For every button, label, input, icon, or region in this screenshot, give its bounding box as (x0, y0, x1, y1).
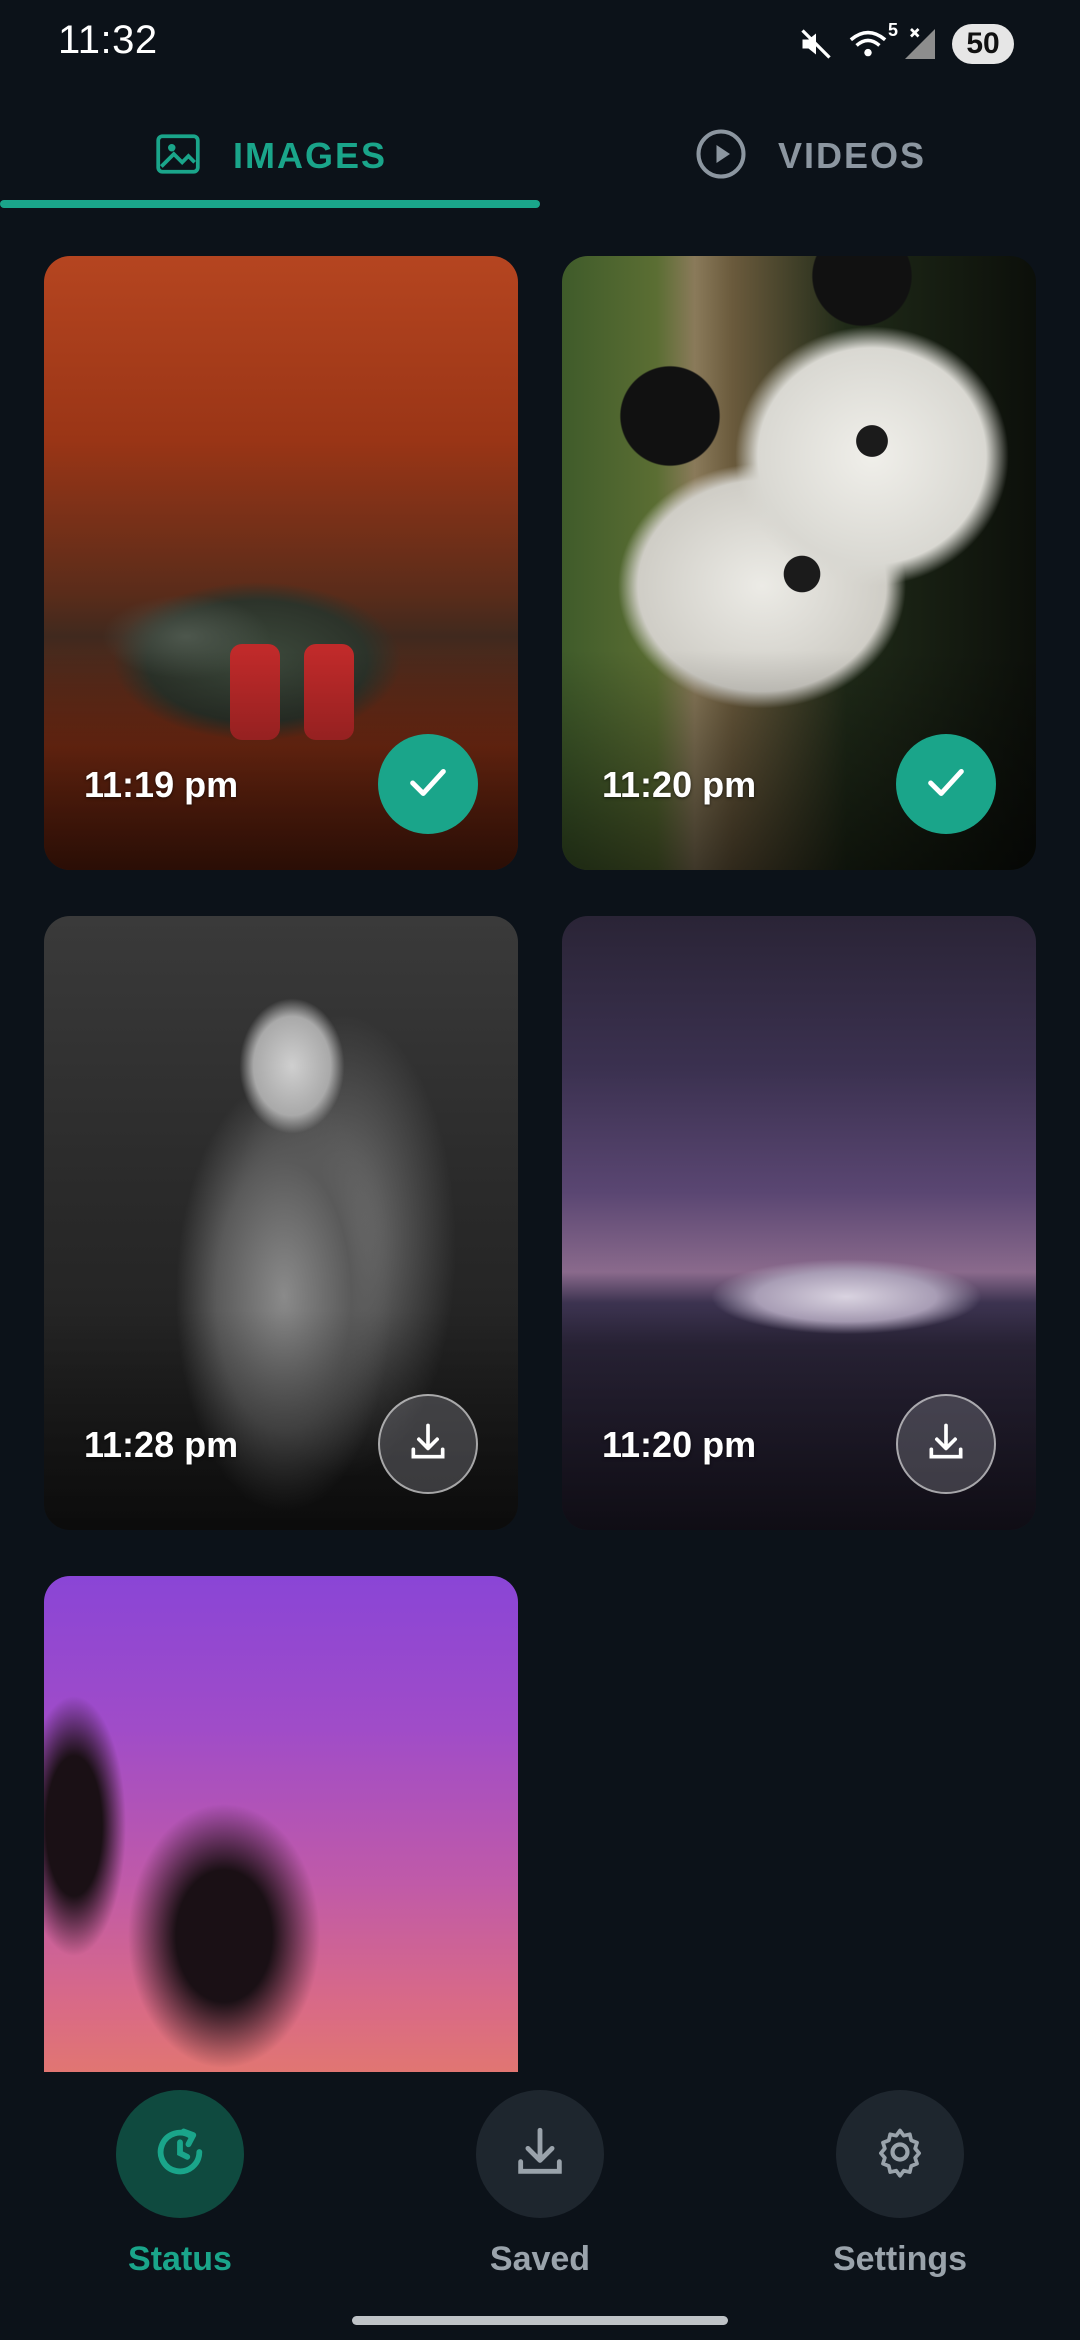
play-icon (694, 127, 748, 186)
check-icon (405, 759, 451, 810)
status-grid[interactable]: 11:19 pm 11:20 pm 11:28 pm 11:20 pm (0, 250, 1080, 2072)
nav-status-button[interactable] (116, 2090, 244, 2218)
tab-images[interactable]: IMAGES (0, 100, 540, 212)
wifi-generation-badge: 5 (887, 20, 898, 40)
status-time: 11:28 pm (84, 1424, 239, 1465)
tab-videos-label: VIDEOS (777, 135, 927, 176)
status-refresh-icon (151, 2123, 209, 2186)
signal-icon (902, 26, 938, 62)
tab-videos[interactable]: VIDEOS (540, 100, 1080, 212)
selected-tab-indicator (0, 200, 540, 208)
clock: 11:32 (58, 18, 158, 62)
home-indicator[interactable] (352, 2316, 728, 2325)
gear-icon (872, 2124, 928, 2185)
nav-saved-button[interactable] (476, 2090, 604, 2218)
media-tabs: IMAGES VIDEOS (0, 100, 1080, 212)
battery-icon: 50 (952, 24, 1014, 64)
nav-settings[interactable]: Settings (780, 2090, 1020, 2310)
download-icon (511, 2123, 569, 2186)
wifi-icon: 5 (848, 20, 898, 62)
status-icons: 5 50 (798, 20, 1014, 68)
download-icon (924, 1420, 968, 1469)
nav-status-label: Status (128, 2240, 232, 2278)
status-time: 11:19 pm (84, 764, 239, 805)
download-button[interactable] (378, 1394, 478, 1494)
battery-level: 50 (966, 27, 1000, 60)
status-time: 11:20 pm (602, 1424, 757, 1465)
status-time: 11:20 pm (602, 764, 757, 805)
check-icon (923, 759, 969, 810)
status-card-woman[interactable]: 11:28 pm (44, 916, 518, 1530)
saved-check-button[interactable] (896, 734, 996, 834)
nav-settings-button[interactable] (836, 2090, 964, 2218)
app-screen: 11:32 5 50 IMAGES VIDEOS 11:19 pm 11:20 … (0, 0, 1080, 2340)
status-card-car[interactable]: 11:19 pm (44, 256, 518, 870)
mute-icon (798, 26, 834, 62)
bottom-navigation: Status Saved Settings (0, 2072, 1080, 2340)
status-bar: 11:32 5 50 (0, 0, 1080, 90)
nav-status[interactable]: Status (60, 2090, 300, 2310)
status-card-mountain[interactable]: 11:20 pm (562, 916, 1036, 1530)
saved-check-button[interactable] (378, 734, 478, 834)
image-icon (153, 129, 203, 184)
status-card-palms[interactable] (44, 1576, 518, 2072)
status-card-pandas[interactable]: 11:20 pm (562, 256, 1036, 870)
download-icon (406, 1420, 450, 1469)
nav-saved[interactable]: Saved (420, 2090, 660, 2310)
nav-settings-label: Settings (832, 2240, 968, 2278)
download-button[interactable] (896, 1394, 996, 1494)
tab-images-label: IMAGES (232, 135, 387, 176)
nav-saved-label: Saved (489, 2240, 591, 2278)
